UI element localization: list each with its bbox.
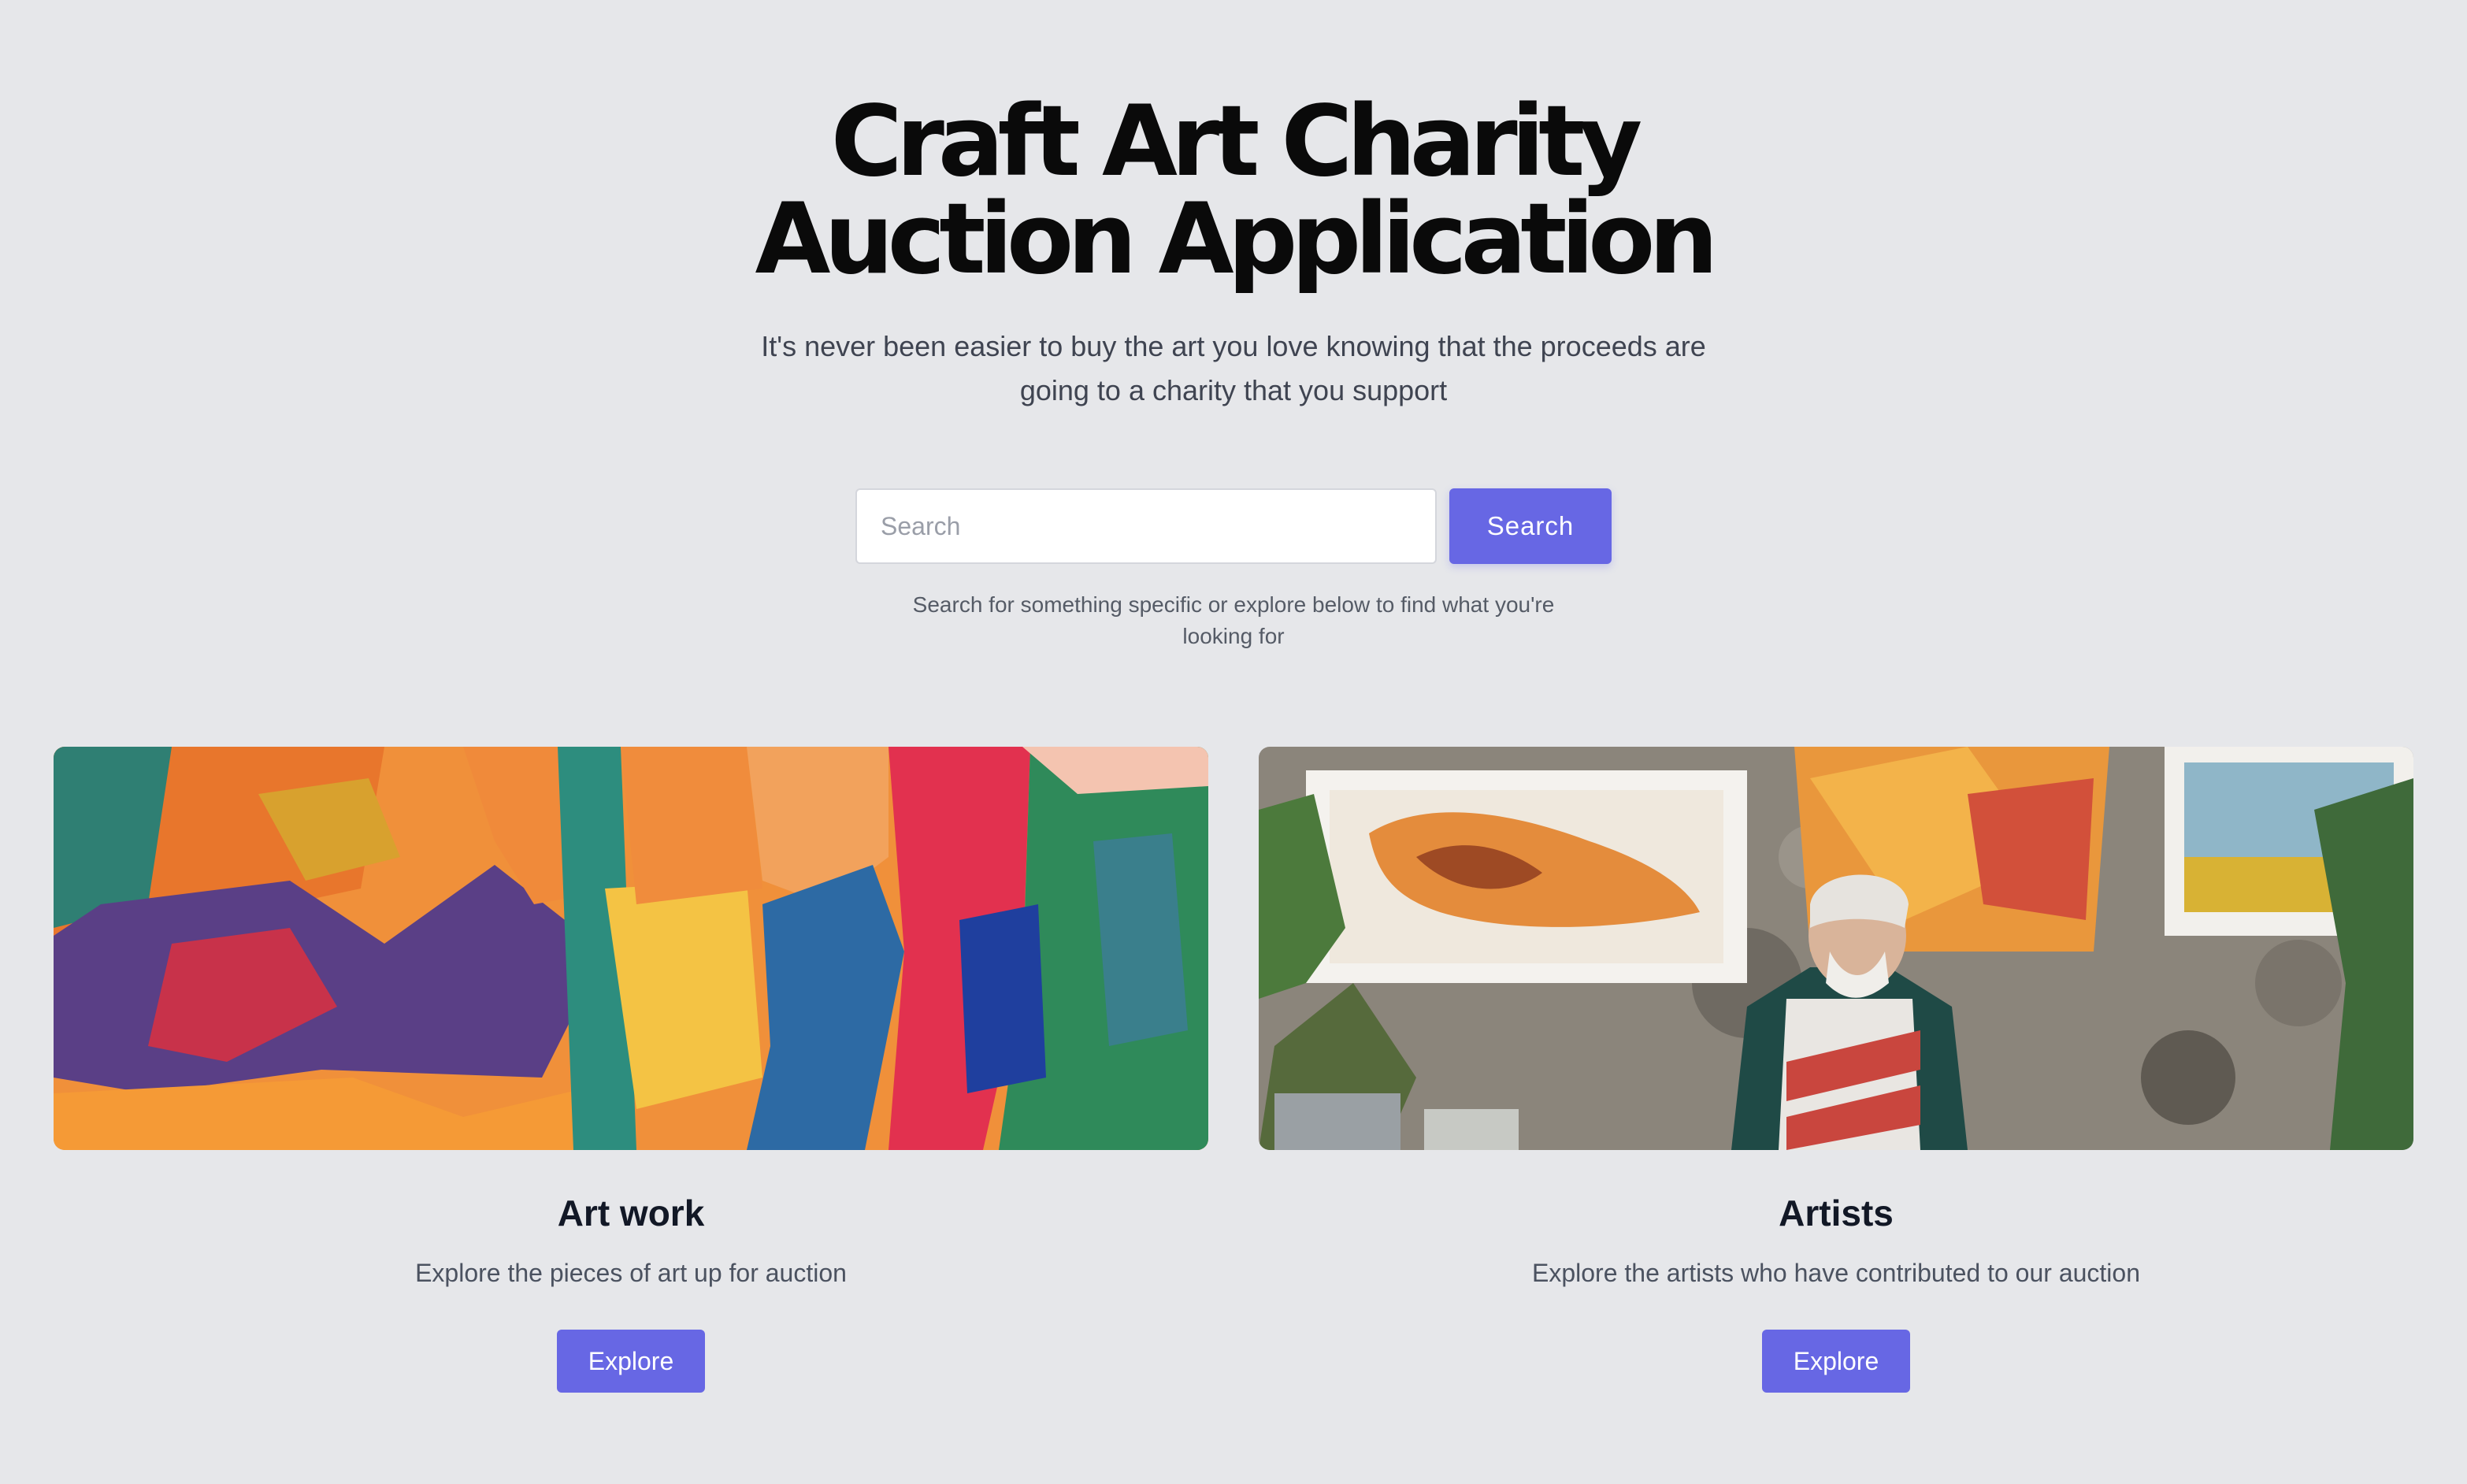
artists-card: Artists Explore the artists who have con… [1259, 747, 2413, 1393]
search-button[interactable]: Search [1449, 488, 1612, 564]
artwork-card: Art work Explore the pieces of art up fo… [54, 747, 1208, 1393]
search-input[interactable] [855, 488, 1437, 564]
search-bar: Search [0, 488, 2467, 564]
search-hint: Search for something specific or explore… [912, 592, 1555, 648]
page-title: Craft Art Charity Auction Application [755, 85, 1718, 296]
explore-artists-button[interactable]: Explore [1762, 1330, 1910, 1393]
artist-photo-image [1259, 747, 2413, 1150]
hero-subtitle: It's never been easier to buy the art yo… [761, 330, 1706, 406]
artwork-card-title: Art work [557, 1193, 705, 1234]
abstract-painting-image [54, 747, 1208, 1150]
artists-card-title: Artists [1779, 1193, 1894, 1234]
artists-card-description: Explore the artists who have contributed… [1532, 1259, 2140, 1287]
hero-section: Craft Art Charity Auction Application It… [0, 93, 2467, 413]
explore-cards: Art work Explore the pieces of art up fo… [54, 747, 2413, 1393]
artwork-card-description: Explore the pieces of art up for auction [415, 1259, 847, 1287]
landing-page: Craft Art Charity Auction Application It… [0, 0, 2467, 1484]
explore-artwork-button[interactable]: Explore [557, 1330, 705, 1393]
